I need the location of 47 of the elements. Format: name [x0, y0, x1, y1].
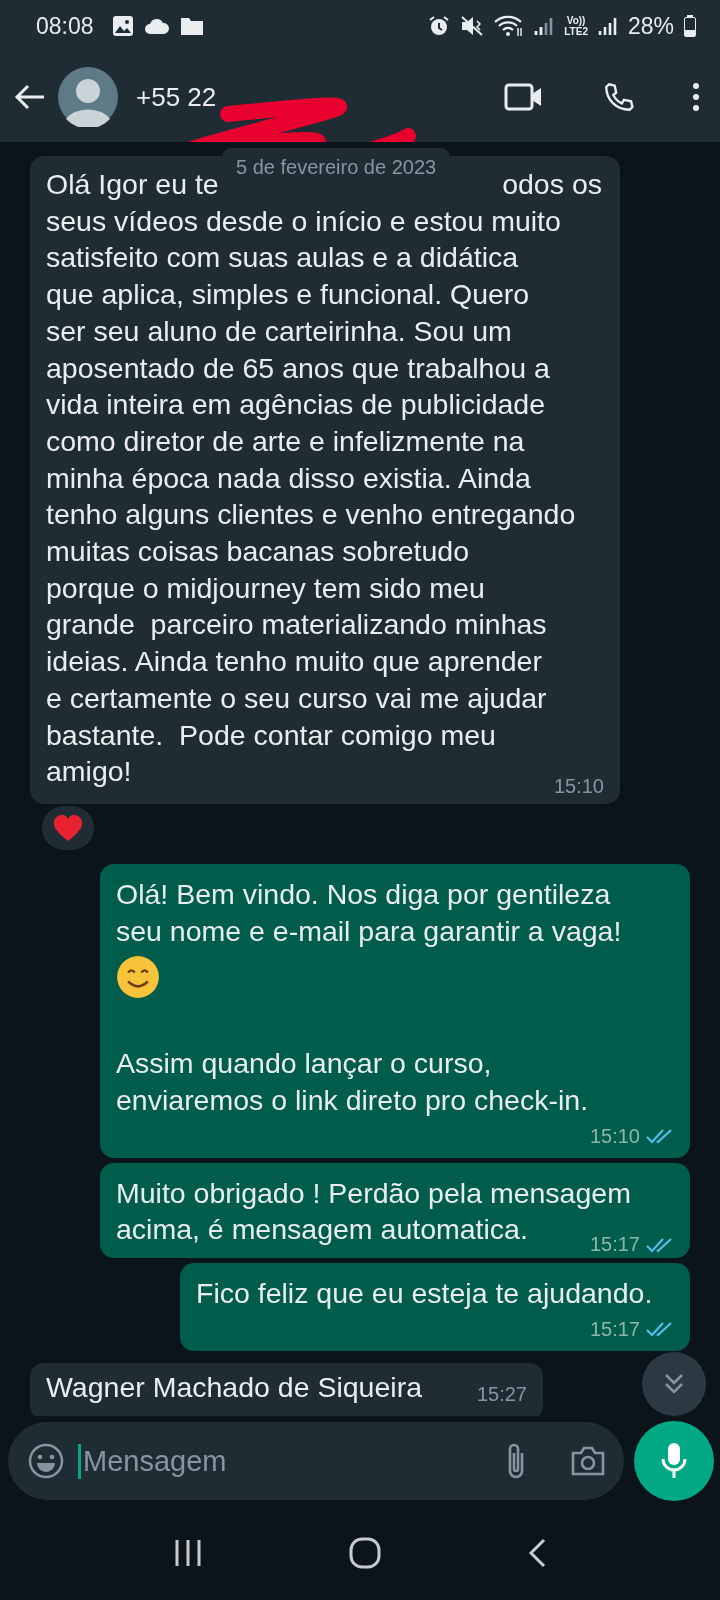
- signal-icon: [597, 15, 618, 37]
- message-time: 15:17: [589, 1233, 640, 1257]
- battery-icon: [684, 15, 696, 37]
- message-text: Wagner Machado de Siqueira: [46, 1369, 422, 1405]
- message-time: 15:27: [476, 1382, 527, 1406]
- message-text: Assim quando lançar o curso, enviaremos o link direto pro check-in.: [116, 1046, 590, 1119]
- status-time: 08:08: [36, 12, 94, 40]
- message-time: 15:10: [589, 1124, 640, 1148]
- emoji-icon[interactable]: [28, 1443, 64, 1479]
- voice-call-button[interactable]: [602, 80, 636, 114]
- smiling-face-icon: [116, 955, 160, 1000]
- folder-icon: [179, 16, 204, 36]
- camera-icon[interactable]: [570, 1445, 606, 1477]
- message-text: acima, é mensagem automatica.: [116, 1212, 528, 1248]
- video-call-button[interactable]: [504, 83, 544, 111]
- reaction-badge[interactable]: [42, 805, 94, 850]
- message-input[interactable]: Mensagem: [78, 1443, 490, 1479]
- message-text: odos os: [502, 167, 602, 202]
- back-arrow-icon: [14, 83, 46, 111]
- message-text: Olá! Bem vindo. Nos diga por gentileza seu nome e e-mail para garantir a vaga!: [116, 876, 623, 949]
- message-text: amigo!: [46, 754, 132, 790]
- recent-apps-button[interactable]: [173, 1538, 203, 1568]
- mute-icon: [460, 15, 485, 37]
- network-label: LTE2: [564, 26, 588, 37]
- volte-label: Vo)): [566, 15, 586, 26]
- message-field[interactable]: Mensagem: [8, 1422, 624, 1500]
- message-time: 15:17: [589, 1317, 640, 1341]
- image-icon: [111, 15, 134, 37]
- microphone-icon: [661, 1442, 687, 1480]
- menu-icon: [692, 82, 700, 112]
- alarm-icon: [428, 15, 451, 37]
- message-text: Fico feliz que eu esteja te ajudando.: [196, 1276, 654, 1312]
- message-text: Olá Igor eu te: [46, 167, 219, 202]
- message-text: Muito obrigado ! Perdão pela mensagem: [116, 1175, 632, 1211]
- signal-icon: [534, 15, 555, 37]
- message-time: 15:10: [553, 774, 604, 798]
- battery-percent: 28%: [627, 12, 674, 40]
- back-button[interactable]: [14, 83, 46, 111]
- back-nav-button[interactable]: [527, 1538, 547, 1568]
- contact-avatar[interactable]: [58, 67, 118, 127]
- menu-button[interactable]: [692, 82, 700, 112]
- wifi-icon: [494, 15, 525, 37]
- video-camera-icon: [504, 83, 544, 111]
- home-button[interactable]: [349, 1537, 381, 1569]
- cloud-icon: [143, 18, 170, 34]
- contact-name[interactable]: +55 22: [136, 81, 217, 113]
- phone-icon: [602, 80, 636, 114]
